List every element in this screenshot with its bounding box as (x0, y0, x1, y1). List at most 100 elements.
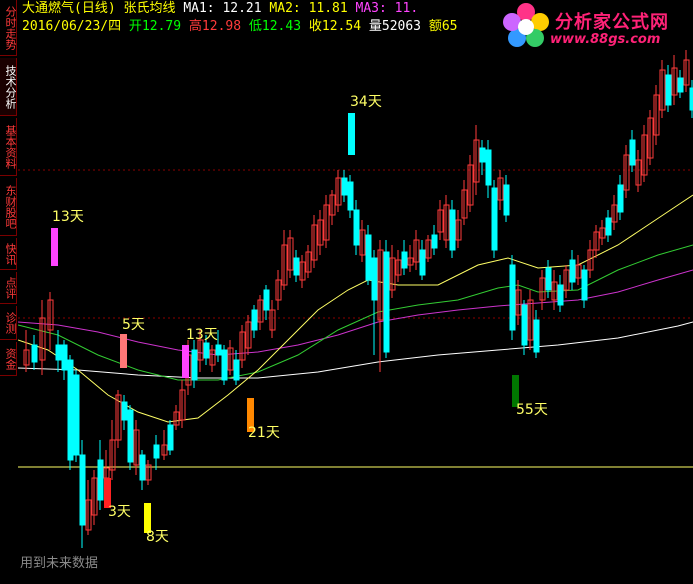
candlestick (557, 275, 564, 312)
stock-title: 大通燃气(日线) 张氏均线 (22, 1, 176, 16)
candlestick (539, 270, 546, 310)
tab-comments[interactable]: 点评 (0, 272, 17, 304)
ma3-label: MA3: (355, 1, 387, 16)
candlestick (653, 85, 660, 145)
candlestick (575, 255, 582, 285)
candlestick (221, 345, 228, 385)
future-data-note: 用到未来数据 (20, 556, 99, 571)
candlestick (629, 130, 636, 172)
tab-diagnosis[interactable]: 诊测 (0, 306, 17, 340)
candlestick (461, 180, 468, 225)
chart-area[interactable]: 13天 5天 13天 34天 21天 3天 8天 55天 (17, 0, 693, 580)
candlestick (305, 245, 312, 278)
candlestick (245, 315, 252, 355)
candlestick (407, 245, 414, 272)
date-label: 2016/06/23/四 (22, 19, 122, 34)
period-marker: 8天 (144, 503, 169, 545)
candlestick (611, 195, 618, 230)
candlestick (311, 215, 318, 268)
candlestick (617, 175, 624, 220)
candlestick (659, 60, 666, 118)
ma3-value: 11. (394, 1, 419, 16)
tab-news[interactable]: 快讯 (0, 238, 17, 270)
candlestick (115, 390, 122, 448)
candlestick (569, 250, 576, 290)
candlestick (563, 265, 570, 298)
candlestick (593, 225, 600, 258)
candlestick (39, 300, 46, 375)
candlestick (139, 450, 146, 490)
ma-line (17, 321, 693, 379)
candlestick (269, 300, 276, 338)
candlestick (281, 230, 288, 290)
candlestick (121, 395, 128, 430)
high-value: 12.98 (201, 19, 242, 34)
candlestick (683, 50, 690, 92)
high-label: 高 (188, 19, 202, 34)
candlestick (61, 340, 68, 380)
candlestick (467, 155, 474, 212)
candlestick (47, 292, 54, 350)
candlestick (251, 305, 258, 338)
candlestick (515, 280, 522, 325)
period-marker: 55天 (512, 375, 548, 418)
candlestick (677, 70, 684, 98)
open-value: 12.79 (141, 19, 182, 34)
ma1-value: 12.21 (222, 1, 262, 16)
candlestick (377, 240, 384, 372)
candlestick (413, 230, 420, 270)
candlestick (263, 285, 270, 320)
candlestick (521, 300, 528, 355)
volume-value: 52063 (381, 19, 422, 34)
candlestick (665, 65, 672, 112)
volume-label: 量 (368, 19, 382, 34)
candlestick (73, 370, 80, 462)
candlestick (455, 210, 462, 248)
period-marker: 3天 (104, 478, 131, 520)
candlestick (31, 335, 38, 370)
candlestick (67, 355, 74, 470)
marker-bar (51, 228, 58, 266)
ma1-label: MA1: (183, 1, 215, 16)
candlestick (623, 145, 630, 198)
candlestick (145, 460, 152, 485)
kline-chart[interactable]: 13天 5天 13天 34天 21天 3天 8天 55天 (17, 0, 693, 580)
candlestick (233, 350, 240, 385)
candlestick (425, 235, 432, 262)
candlestick (389, 245, 396, 298)
amount-value: 65 (441, 19, 458, 34)
candlestick (85, 480, 92, 535)
candlestick (275, 270, 282, 310)
candlestick (287, 230, 294, 278)
close-value: 12.54 (321, 19, 362, 34)
open-label: 开 (128, 19, 142, 34)
candlestick (359, 220, 366, 262)
candlestick (191, 340, 198, 388)
marker-label: 55天 (516, 402, 548, 418)
tab-intraday[interactable]: 分时走势 (0, 0, 17, 56)
candlestick (431, 225, 438, 255)
period-marker: 34天 (348, 94, 382, 155)
candlestick (485, 140, 492, 198)
candlestick (383, 240, 390, 358)
tab-forum[interactable]: 东财股吧 (0, 178, 17, 236)
sidebar: 分时走势 技术分析 基本资料 东财股吧 快讯 点评 诊测 资金 (0, 0, 18, 580)
candlestick (671, 55, 678, 105)
candlestick (437, 200, 444, 240)
candlestick (395, 250, 402, 282)
tab-fundamentals[interactable]: 基本资料 (0, 118, 17, 176)
ma2-value: 11.81 (308, 1, 348, 16)
amount-label: 额 (428, 19, 442, 34)
candlestick (599, 220, 606, 245)
marker-label: 8天 (146, 529, 169, 545)
candlestick (323, 195, 330, 248)
tab-funds[interactable]: 资金 (0, 342, 17, 376)
ma2-label: MA2: (269, 1, 301, 16)
candlestick (335, 170, 342, 212)
candlestick (79, 440, 86, 548)
tab-technical-analysis[interactable]: 技术分析 (0, 58, 17, 116)
candlestick (341, 170, 348, 202)
stock-header: 大通燃气(日线) 张氏均线 MA1: 12.21 MA2: 11.81 MA3:… (22, 0, 458, 36)
candlestick (127, 405, 134, 470)
candlestick (491, 180, 498, 258)
